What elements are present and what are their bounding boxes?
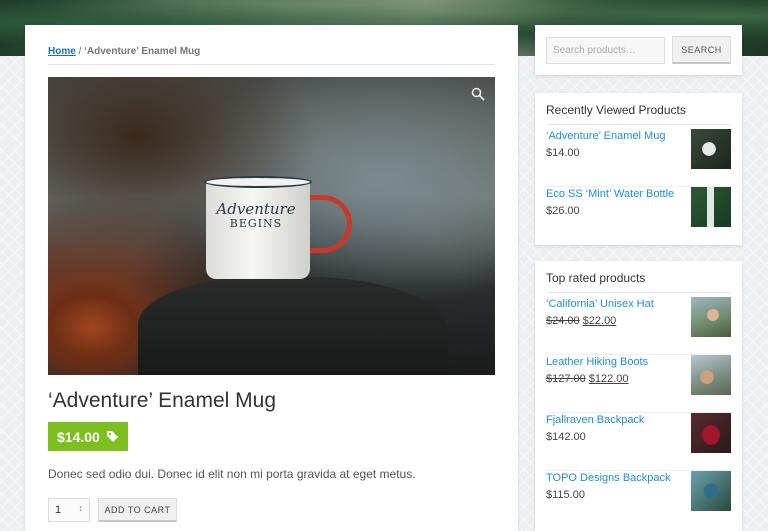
breadcrumb-separator: /: [78, 46, 82, 57]
sale-price: $122.00: [588, 373, 629, 385]
list-item: ‘Adventure’ Enamel Mug $14.00: [546, 129, 731, 187]
product-thumbnail[interactable]: [691, 129, 731, 169]
mug-handle: [306, 195, 352, 253]
list-item: Fjallraven Backpack $142.00: [546, 413, 731, 471]
quantity-stepper[interactable]: 1 ↕: [48, 498, 90, 522]
old-price: $127.00: [546, 373, 586, 385]
price: $142.00: [546, 431, 586, 443]
product-link[interactable]: Eco SS ‘Mint’ Water Bottle: [546, 188, 674, 200]
list-item: Eco SS ‘Mint’ Water Bottle $26.00: [546, 187, 731, 245]
price: $115.00: [546, 489, 585, 501]
list-item: Leather Hiking Boots $127.00 $122.00: [546, 355, 731, 413]
old-price: $24.00: [546, 315, 580, 327]
product-link[interactable]: ‘California’ Unisex Hat: [546, 298, 654, 310]
wet-rock: [138, 277, 448, 375]
top-rated-widget: Top rated products ‘California’ Unisex H…: [535, 261, 742, 531]
add-to-cart-button[interactable]: ADD TO CART: [98, 498, 177, 522]
product-thumbnail[interactable]: [691, 355, 731, 395]
product-panel: Home / ‘Adventure’ Enamel Mug Adventure …: [25, 25, 518, 531]
mug-print-logo: Adventure BEGINS: [216, 200, 296, 230]
zoom-icon[interactable]: [471, 87, 485, 101]
product-thumbnail[interactable]: [691, 187, 731, 227]
breadcrumb-current: ‘Adventure’ Enamel Mug: [84, 46, 201, 57]
price: $26.00: [546, 205, 580, 217]
stepper-arrows-icon[interactable]: ↕: [79, 503, 84, 513]
mug-rim: [204, 176, 312, 188]
quantity-value: 1: [55, 504, 62, 516]
recently-viewed-widget: Recently Viewed Products ‘Adventure’ Ena…: [535, 93, 742, 245]
search-button[interactable]: SEARCH: [672, 36, 731, 64]
list-item: ‘California’ Unisex Hat $24.00 $22.00: [546, 297, 731, 355]
product-price: $26.00: [546, 205, 580, 217]
product-price: $127.00 $122.00: [546, 373, 629, 385]
product-price: $24.00 $22.00: [546, 315, 616, 327]
search-widget: Search products… SEARCH: [535, 25, 742, 75]
product-thumbnail[interactable]: [691, 413, 731, 453]
product-link[interactable]: Leather Hiking Boots: [546, 356, 648, 368]
widget-title-top-rated: Top rated products: [546, 271, 731, 293]
tag-icon: [106, 431, 118, 442]
mug-body: [206, 181, 310, 279]
sale-price: $22.00: [582, 315, 617, 327]
product-list: ‘California’ Unisex Hat $24.00 $22.00 Lea…: [546, 297, 731, 529]
search-input[interactable]: Search products…: [546, 37, 665, 64]
list-item: TOPO Designs Backpack $115.00: [546, 471, 731, 529]
product-price: $14.00: [546, 147, 580, 159]
product-description: Donec sed odio dui. Donec id elit non mi…: [48, 467, 416, 481]
product-list: ‘Adventure’ Enamel Mug $14.00 Eco SS ‘Mi…: [546, 129, 731, 245]
product-title: ‘Adventure’ Enamel Mug: [48, 389, 277, 412]
product-link[interactable]: ‘Adventure’ Enamel Mug: [546, 130, 665, 142]
price-badge: $14.00: [48, 422, 128, 451]
product-image[interactable]: Adventure BEGINS: [48, 77, 495, 375]
product-price: $142.00: [546, 431, 586, 443]
product-price: $115.00: [546, 489, 585, 501]
product-link[interactable]: Fjallraven Backpack: [546, 414, 644, 426]
product-price: $14.00: [57, 428, 100, 445]
breadcrumb-home-link[interactable]: Home: [48, 46, 76, 57]
product-thumbnail[interactable]: [691, 471, 731, 511]
product-thumbnail[interactable]: [691, 297, 731, 337]
price: $14.00: [546, 147, 580, 159]
widget-title-recently-viewed: Recently Viewed Products: [546, 103, 731, 125]
product-link[interactable]: TOPO Designs Backpack: [546, 472, 671, 484]
breadcrumb: Home / ‘Adventure’ Enamel Mug: [48, 46, 495, 65]
